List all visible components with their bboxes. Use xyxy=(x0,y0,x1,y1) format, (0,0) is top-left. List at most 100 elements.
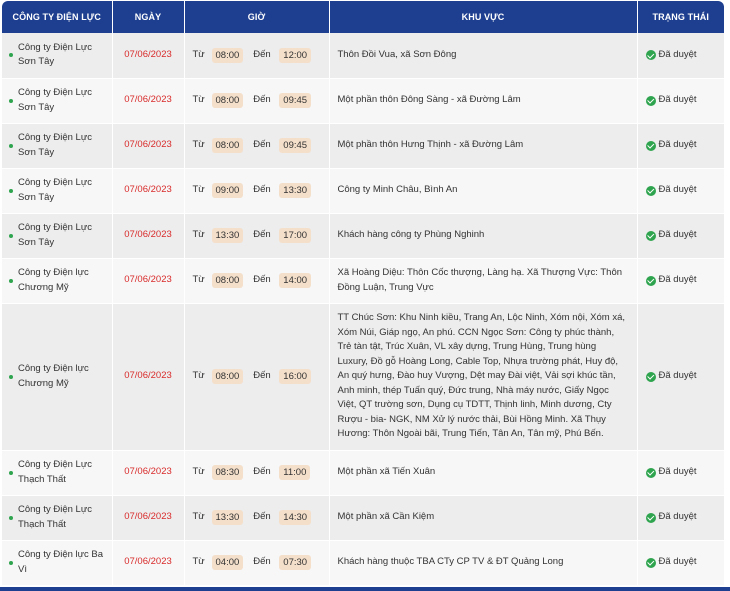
header-date[interactable]: NGÀY xyxy=(112,1,185,33)
cell-date: 07/06/2023 xyxy=(112,540,185,586)
cell-company: Công ty Điện Lực Sơn Tây xyxy=(2,33,113,79)
status-text: Đã duyệt xyxy=(658,94,697,106)
area-text: Một phần xã Tiến Xuân xyxy=(337,466,436,478)
to-label: Đến xyxy=(253,184,271,196)
start-time: 08:00 xyxy=(211,47,244,63)
cell-date: 07/06/2023 xyxy=(112,123,185,169)
area-text: Công ty Minh Châu, Bình An xyxy=(337,184,458,196)
to-label: Đến xyxy=(253,370,271,382)
status-dot-icon xyxy=(9,53,13,58)
check-circle-icon xyxy=(645,557,656,568)
outage-date: 07/06/2023 xyxy=(124,229,172,241)
cell-area: Một phần xã Cần Kiệm xyxy=(329,495,638,541)
cell-date: 07/06/2023 xyxy=(112,495,185,541)
end-time: 13:30 xyxy=(279,183,312,198)
area-text: Thôn Đồi Vua, xã Sơn Đông xyxy=(337,49,457,60)
cell-time: Từ 13:30 Đến 17:00 xyxy=(184,213,330,259)
cell-company: Công ty Điện Lực Sơn Tây xyxy=(2,123,113,169)
status-dot-icon xyxy=(9,278,13,283)
cell-company: Công ty Điện lực Chương Mỹ xyxy=(2,303,113,451)
outage-date: 07/06/2023 xyxy=(124,511,172,523)
check-circle-icon xyxy=(645,230,656,241)
outage-date: 07/06/2023 xyxy=(124,466,172,478)
header-area[interactable]: KHU VỰC xyxy=(329,1,638,33)
start-time: 08:00 xyxy=(211,273,244,288)
status-text: Đã duyệt xyxy=(658,466,697,478)
table-row: Công ty Điện Lực Sơn Tây 07/06/2023 Từ 08:0… xyxy=(2,78,724,124)
company-name: Công ty Điện Lực Sơn Tây xyxy=(18,222,92,248)
to-label: Đến xyxy=(253,139,271,151)
to-label: Đến xyxy=(253,94,271,106)
status-dot-icon xyxy=(9,515,13,520)
from-label: Từ xyxy=(192,466,205,478)
check-circle-icon xyxy=(645,140,656,151)
end-time: 16:00 xyxy=(279,369,312,384)
header-status[interactable]: TRẠNG THÁI xyxy=(637,1,724,33)
area-text: Một phần thôn Đông Sàng - xã Đường Lâm xyxy=(337,94,521,106)
cell-time: Từ 13:30 Đến 14:30 xyxy=(184,495,330,541)
cell-status: Đã duyệt xyxy=(637,33,724,79)
from-label: Từ xyxy=(192,49,205,60)
cell-date: 07/06/2023 xyxy=(112,33,185,79)
company-name: Công ty Điện Lực Sơn Tây xyxy=(18,177,92,203)
outage-date: 07/06/2023 xyxy=(124,49,172,60)
check-circle-icon xyxy=(645,512,656,523)
check-circle-icon xyxy=(645,371,656,382)
cell-status: Đã duyệt xyxy=(637,213,724,259)
cell-time: Từ 08:30 Đến 11:00 xyxy=(184,450,330,496)
cell-time: Từ 08:00 Đến 09:45 xyxy=(184,123,330,169)
company-name: Công ty Điện lực Ba Vì xyxy=(18,549,104,575)
table-row: Công ty Điện Lực Sơn Tây 07/06/2023 Từ 08:0… xyxy=(2,123,724,169)
header-time[interactable]: GIỜ xyxy=(184,1,330,33)
cell-area: Khách hàng thuộc TBA CTy CP TV & ĐT Quản… xyxy=(329,540,638,586)
end-time: 07:30 xyxy=(279,555,312,570)
cell-status: Đã duyệt xyxy=(637,303,724,451)
cell-company: Công ty Điện Lực Sơn Tây xyxy=(2,78,113,124)
area-text: TT Chúc Sơn: Khu Ninh kiều, Trang An, Lộ… xyxy=(337,312,626,440)
cell-time: Từ 08:00 Đến 09:45 xyxy=(184,78,330,124)
cell-date: 07/06/2023 xyxy=(112,213,185,259)
outage-date: 07/06/2023 xyxy=(124,184,172,196)
cell-date: 07/06/2023 xyxy=(112,168,185,214)
company-name: Công ty Điện Lực Sơn Tây xyxy=(18,41,92,68)
status-text: Đã duyệt xyxy=(658,274,697,286)
status-dot-icon xyxy=(9,98,13,103)
table-row: Công ty Điện Lực Thạch Thất 07/06/2023 Từ 0… xyxy=(2,450,724,496)
start-time: 04:00 xyxy=(211,555,244,570)
status-text: Đã duyệt xyxy=(658,511,697,523)
area-text: Xã Hoàng Diệu: Thôn Cốc thượng, Làng hạ.… xyxy=(337,267,623,293)
area-text: Một phần thôn Hưng Thịnh - xã Đường Lâm xyxy=(337,139,524,151)
cell-status: Đã duyệt xyxy=(637,450,724,496)
cell-date: 07/06/2023 xyxy=(112,78,185,124)
end-time: 09:45 xyxy=(279,138,312,153)
status-text: Đã duyệt xyxy=(658,370,697,382)
cell-area: Khách hàng công ty Phùng Nghinh xyxy=(329,213,638,259)
company-name: Công ty Điện Lực Thạch Thất xyxy=(18,459,92,485)
cell-company: Công ty Điện Lực Thạch Thất xyxy=(2,495,113,541)
cell-area: Thôn Đồi Vua, xã Sơn Đông xyxy=(329,33,638,79)
start-time: 13:30 xyxy=(211,228,244,243)
check-circle-icon xyxy=(645,50,656,61)
check-circle-icon xyxy=(645,467,656,478)
cell-time: Từ 04:00 Đến 07:30 xyxy=(184,540,330,586)
cell-company: Công ty Điện Lực Sơn Tây xyxy=(2,213,113,259)
status-text: Đã duyệt xyxy=(658,49,697,60)
end-time: 14:30 xyxy=(279,510,312,525)
cell-status: Đã duyệt xyxy=(637,123,724,169)
status-text: Đã duyệt xyxy=(658,556,697,568)
from-label: Từ xyxy=(192,511,205,523)
company-name: Công ty Điện lực Chương Mỹ xyxy=(18,267,89,293)
cell-time: Từ 09:00 Đến 13:30 xyxy=(184,168,330,214)
area-text: Một phần xã Cần Kiệm xyxy=(337,511,435,523)
status-dot-icon xyxy=(9,374,13,379)
end-time: 09:45 xyxy=(279,93,312,108)
cell-area: Xã Hoàng Diệu: Thôn Cốc thượng, Làng hạ.… xyxy=(329,258,638,304)
outage-date: 07/06/2023 xyxy=(124,274,172,286)
cell-status: Đã duyệt xyxy=(637,495,724,541)
table-row: Công ty Điện lực Chương Mỹ 07/06/2023 Từ 08… xyxy=(2,258,724,304)
outage-date: 07/06/2023 xyxy=(124,556,172,568)
company-name: Công ty Điện Lực Thạch Thất xyxy=(18,504,92,530)
table-row: Công ty Điện lực Chương Mỹ 07/06/2023 Từ 08… xyxy=(2,303,724,451)
header-company[interactable]: CÔNG TY ĐIỆN LỰC xyxy=(2,1,113,33)
cell-status: Đã duyệt xyxy=(637,258,724,304)
